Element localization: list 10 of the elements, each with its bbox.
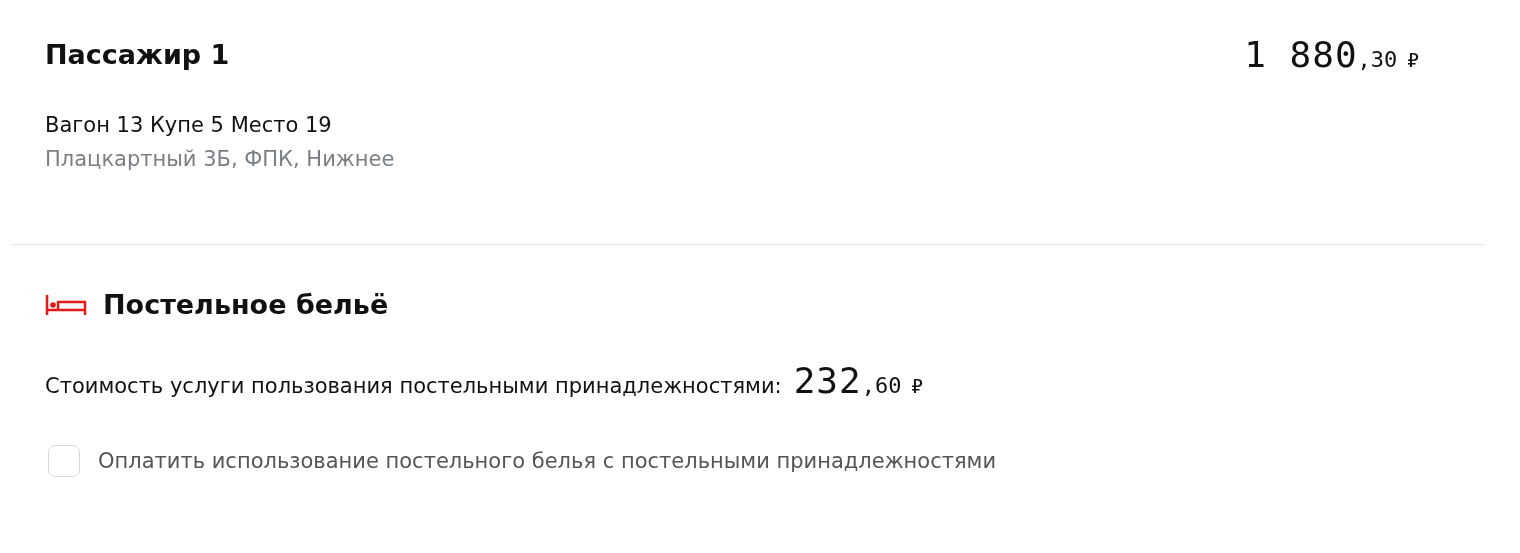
checkbox[interactable] [48, 445, 80, 477]
passenger-title: Пассажир 1 [45, 39, 230, 70]
car-details: Плацкартный 3Б, ФПК, Нижнее [45, 147, 396, 171]
seat-info: Вагон 13 Купе 5 Место 19 [45, 113, 333, 137]
checkbox-label[interactable]: Оплатить использование постельного белья с постельными принадлежностями [98, 449, 997, 473]
service-cost-label: Стоимость услуги пользования постельными принадлежностями: [45, 374, 782, 398]
ticket-price: 1 880,30 ₽ [1244, 34, 1419, 75]
section-title: Постельное бельё [103, 289, 389, 320]
service-price: 232,60 ₽ [793, 360, 924, 401]
bed-icon [45, 292, 87, 317]
